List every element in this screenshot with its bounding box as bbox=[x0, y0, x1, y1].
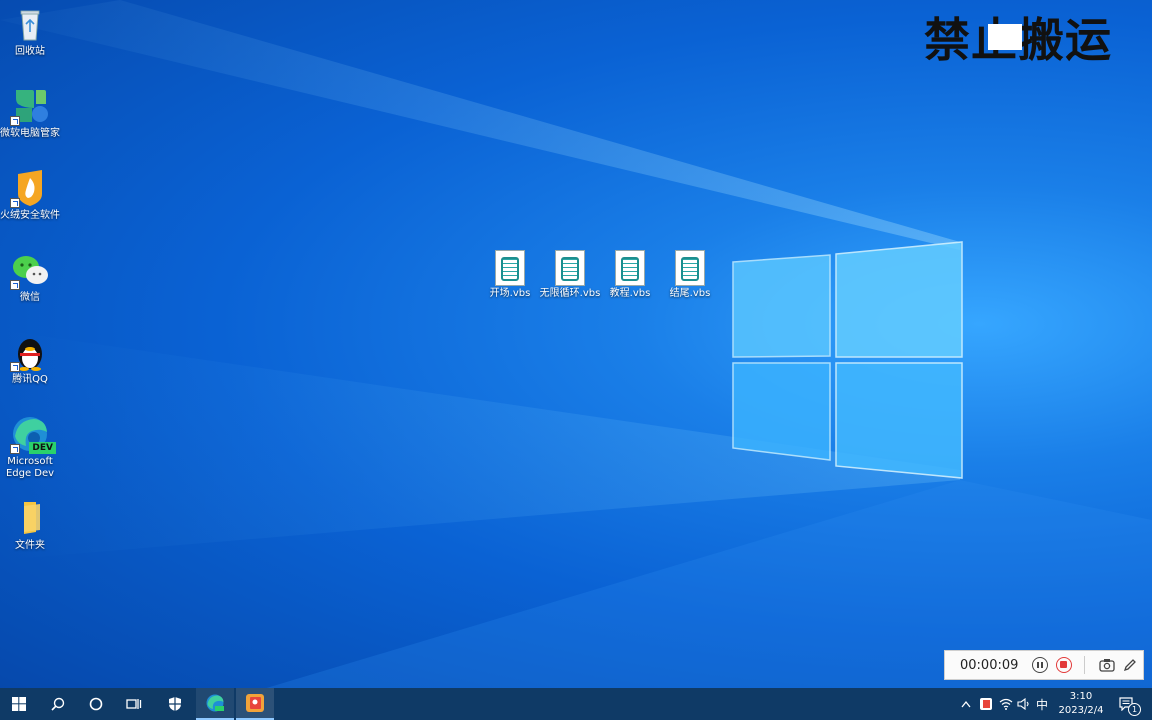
chevron-up-icon bbox=[961, 700, 971, 708]
cortana-button[interactable] bbox=[78, 688, 114, 720]
app-icon bbox=[246, 694, 264, 712]
stop-record-icon[interactable] bbox=[1056, 657, 1072, 673]
desktop-icon-label: 腾讯QQ bbox=[12, 374, 48, 385]
desktop-icon-pc-manager[interactable]: 微软电脑管家 bbox=[0, 86, 62, 140]
desktop-icon-edge-dev[interactable]: DEV Microsoft Edge Dev bbox=[0, 414, 62, 480]
dev-badge: DEV bbox=[29, 442, 56, 454]
wallpaper-beams bbox=[0, 0, 1152, 720]
desktop-icon-label: 微软电脑管家 bbox=[0, 128, 60, 139]
pen-icon[interactable] bbox=[1123, 658, 1137, 672]
pause-icon[interactable] bbox=[1032, 657, 1048, 673]
desktop-icon-label: 文件夹 bbox=[15, 540, 45, 551]
notification-center-button[interactable]: 1 bbox=[1114, 688, 1141, 720]
desktop-icon-huorong[interactable]: 火绒安全软件 bbox=[0, 168, 62, 222]
task-view-button[interactable] bbox=[116, 688, 152, 720]
taskbar-security[interactable] bbox=[156, 688, 194, 720]
vbs-script-icon bbox=[495, 250, 525, 286]
edge-dev-icon bbox=[206, 694, 224, 712]
shortcut-arrow-icon bbox=[10, 362, 20, 372]
folder-icon bbox=[10, 498, 50, 538]
network-button[interactable] bbox=[997, 688, 1015, 720]
cortana-icon bbox=[89, 697, 103, 711]
vbs-script-icon bbox=[555, 250, 585, 286]
desktop-icon-label: 回收站 bbox=[15, 46, 45, 57]
desktop-icon-folder[interactable]: 文件夹 bbox=[0, 498, 62, 552]
shortcut-arrow-icon bbox=[10, 198, 20, 208]
tray-app[interactable] bbox=[976, 688, 996, 720]
tray-overflow-button[interactable] bbox=[958, 688, 974, 720]
task-view-icon bbox=[126, 699, 142, 709]
taskbar-app[interactable] bbox=[236, 688, 274, 720]
desktop: 回收站 微软电脑管家 火绒安全软件 微信 腾讯QQ DEV Microsoft … bbox=[0, 0, 1152, 720]
vbs-script-icon bbox=[615, 250, 645, 286]
clock[interactable]: 3:10 2023/2/4 bbox=[1052, 690, 1110, 718]
start-button[interactable] bbox=[0, 688, 38, 720]
shortcut-arrow-icon bbox=[10, 444, 20, 454]
volume-button[interactable] bbox=[1015, 688, 1033, 720]
wechat-icon bbox=[10, 250, 50, 290]
pc-manager-icon bbox=[10, 86, 50, 126]
screen-recorder-bar: 00:00:09 bbox=[944, 650, 1144, 680]
desktop-icon-qq[interactable]: 腾讯QQ bbox=[0, 332, 62, 386]
recycle-bin-icon bbox=[10, 4, 50, 44]
tray-app-icon bbox=[980, 698, 992, 710]
clock-date: 2023/2/4 bbox=[1058, 705, 1104, 716]
shortcut-arrow-icon bbox=[10, 280, 20, 290]
wifi-icon bbox=[999, 698, 1013, 710]
shortcut-arrow-icon bbox=[10, 116, 20, 126]
qq-penguin-icon bbox=[10, 332, 50, 372]
edge-dev-icon: DEV bbox=[10, 414, 56, 454]
desktop-icon-label: 微信 bbox=[20, 292, 40, 303]
vbs-script-icon bbox=[675, 250, 705, 286]
search-icon bbox=[51, 697, 65, 711]
desktop-icon-label: Microsoft Edge Dev bbox=[5, 456, 55, 479]
speaker-icon bbox=[1017, 698, 1029, 710]
taskbar-edge-dev[interactable] bbox=[196, 688, 234, 720]
notification-count-badge: 1 bbox=[1128, 703, 1141, 716]
security-shield-icon bbox=[169, 697, 181, 711]
huorong-icon bbox=[10, 168, 50, 208]
desktop-icon-label: 火绒安全软件 bbox=[0, 210, 60, 221]
start-icon bbox=[12, 697, 26, 711]
recording-timer: 00:00:09 bbox=[960, 657, 1019, 673]
ime-indicator[interactable]: 中 bbox=[1033, 688, 1051, 720]
desktop-file-jiewei[interactable]: 结尾.vbs bbox=[655, 250, 725, 300]
clock-time: 3:10 bbox=[1069, 691, 1093, 702]
divider bbox=[1084, 656, 1085, 674]
desktop-icon-wechat[interactable]: 微信 bbox=[0, 250, 62, 304]
taskbar: 中 3:10 2023/2/4 1 bbox=[0, 688, 1152, 720]
windows-logo bbox=[732, 241, 963, 479]
ime-label: 中 bbox=[1035, 697, 1048, 712]
camera-icon[interactable] bbox=[1099, 658, 1115, 672]
watermark-overlay-box bbox=[988, 24, 1022, 50]
search-button[interactable] bbox=[40, 688, 76, 720]
file-label: 结尾.vbs bbox=[669, 288, 711, 299]
desktop-icon-recycle-bin[interactable]: 回收站 bbox=[0, 4, 62, 58]
